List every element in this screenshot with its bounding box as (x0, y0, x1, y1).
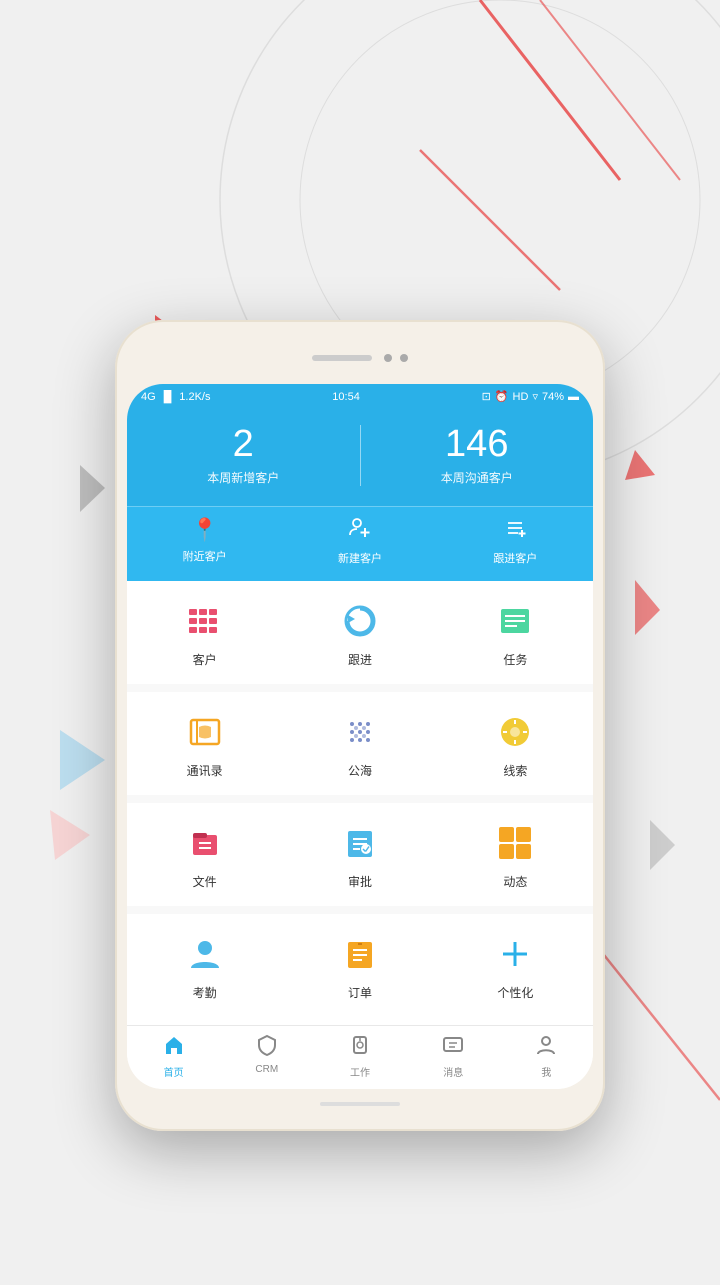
grid-item-approval[interactable]: 审批 (282, 803, 437, 906)
personalize-icon (493, 932, 537, 976)
quick-actions: 📍 附近客户 新建客户 (127, 506, 593, 581)
grid-item-tasks[interactable]: 任务 (438, 581, 593, 684)
add-customer-icon (282, 517, 437, 545)
speaker (312, 355, 372, 361)
dynamics-icon (493, 821, 537, 865)
approval-icon (338, 821, 382, 865)
grid-item-personalize[interactable]: 个性化 (438, 914, 593, 1017)
contact-customers-number: 146 (361, 425, 594, 463)
nav-crm[interactable]: CRM (220, 1026, 313, 1089)
follow-label: 跟进客户 (493, 553, 537, 565)
crm-nav-label: CRM (255, 1064, 278, 1075)
sim-icon: ⊡ (482, 390, 491, 403)
battery-percent: 74% (542, 391, 564, 403)
grid-row-2: 通讯录 (127, 692, 593, 795)
signal-bars: ▐▌ (160, 391, 176, 403)
hd-label: HD (513, 391, 529, 403)
tasks-icon (493, 599, 537, 643)
files-label: 文件 (193, 873, 217, 890)
nav-home[interactable]: 首页 (127, 1026, 220, 1089)
public-sea-icon (338, 710, 382, 754)
network-speed: 1.2K/s (179, 391, 210, 403)
crm-icon (256, 1034, 278, 1062)
grid-row-1: 客户 跟进 (127, 581, 593, 684)
grid-item-customers[interactable]: 客户 (127, 581, 282, 684)
personalize-label: 个性化 (497, 984, 533, 1001)
messages-icon (442, 1034, 464, 1062)
battery-icon: ▬ (568, 391, 579, 403)
grid-item-followup[interactable]: 跟进 (282, 581, 437, 684)
follow-customer-action[interactable]: 跟进客户 (438, 517, 593, 567)
stat-contact-customers: 146 本周沟通客户 (360, 425, 594, 486)
grid-item-leads[interactable]: 线索 (438, 692, 593, 795)
home-nav-label: 首页 (164, 1064, 184, 1079)
wifi-icon: ▿ (532, 390, 538, 403)
new-customer-label: 新建客户 (338, 553, 382, 565)
dynamics-label: 动态 (503, 873, 527, 890)
contact-customers-label: 本周沟通客户 (361, 469, 594, 486)
phone-frame: 4G ▐▌ 1.2K/s 10:54 ⊡ ⏰ HD ▿ 74% ▬ 2 (115, 320, 605, 1131)
grid-item-orders[interactable]: 订单 (282, 914, 437, 1017)
nav-profile[interactable]: 我 (500, 1026, 593, 1089)
profile-icon (535, 1034, 557, 1062)
leads-icon (493, 710, 537, 754)
customers-icon (183, 599, 227, 643)
alarm-icon: ⏰ (495, 390, 509, 403)
tasks-label: 任务 (503, 651, 527, 668)
nearby-icon: 📍 (127, 517, 282, 543)
network-indicator: 4G (141, 391, 156, 403)
grid-item-files[interactable]: 文件 (127, 803, 282, 906)
files-icon (183, 821, 227, 865)
status-left: 4G ▐▌ 1.2K/s (141, 391, 210, 403)
orders-icon (338, 932, 382, 976)
selfie-camera (400, 354, 408, 362)
bottom-nav: 首页 CRM (127, 1025, 593, 1089)
work-icon (349, 1034, 371, 1062)
new-customers-number: 2 (127, 425, 360, 463)
leads-label: 线索 (503, 762, 527, 779)
attendance-label: 考勤 (193, 984, 217, 1001)
grid-item-contacts[interactable]: 通讯录 (127, 692, 282, 795)
nav-work[interactable]: 工作 (313, 1026, 406, 1089)
grid-row-3: 文件 (127, 803, 593, 906)
public-sea-label: 公海 (348, 762, 372, 779)
attendance-icon (183, 932, 227, 976)
orders-label: 订单 (348, 984, 372, 1001)
followup-label: 跟进 (348, 651, 372, 668)
followup-icon (338, 599, 382, 643)
grid-item-dynamics[interactable]: 动态 (438, 803, 593, 906)
grid-item-attendance[interactable]: 考勤 (127, 914, 282, 1017)
clock: 10:54 (332, 391, 360, 403)
front-camera (384, 354, 392, 362)
work-nav-label: 工作 (350, 1064, 370, 1079)
nearby-label: 附近客户 (183, 551, 227, 563)
status-bar: 4G ▐▌ 1.2K/s 10:54 ⊡ ⏰ HD ▿ 74% ▬ (127, 384, 593, 409)
main-content: 客户 跟进 (127, 581, 593, 1017)
new-customer-action[interactable]: 新建客户 (282, 517, 437, 567)
nearby-customers-action[interactable]: 📍 附近客户 (127, 517, 282, 567)
status-right: ⊡ ⏰ HD ▿ 74% ▬ (482, 390, 579, 403)
stat-new-customers: 2 本周新增客户 (127, 425, 360, 486)
phone-top-bar (127, 332, 593, 384)
customers-label: 客户 (193, 651, 217, 668)
profile-nav-label: 我 (541, 1064, 551, 1079)
contacts-icon (183, 710, 227, 754)
contacts-label: 通讯录 (187, 762, 223, 779)
approval-label: 审批 (348, 873, 372, 890)
follow-icon (438, 517, 593, 545)
new-customers-label: 本周新增客户 (127, 469, 360, 486)
home-icon (163, 1034, 185, 1062)
phone-screen: 4G ▐▌ 1.2K/s 10:54 ⊡ ⏰ HD ▿ 74% ▬ 2 (127, 384, 593, 1089)
messages-nav-label: 消息 (443, 1064, 463, 1079)
grid-item-public-sea[interactable]: 公海 (282, 692, 437, 795)
nav-messages[interactable]: 消息 (407, 1026, 500, 1089)
header-stats: 2 本周新增客户 146 本周沟通客户 (127, 409, 593, 506)
grid-row-4: 考勤 订单 (127, 914, 593, 1017)
